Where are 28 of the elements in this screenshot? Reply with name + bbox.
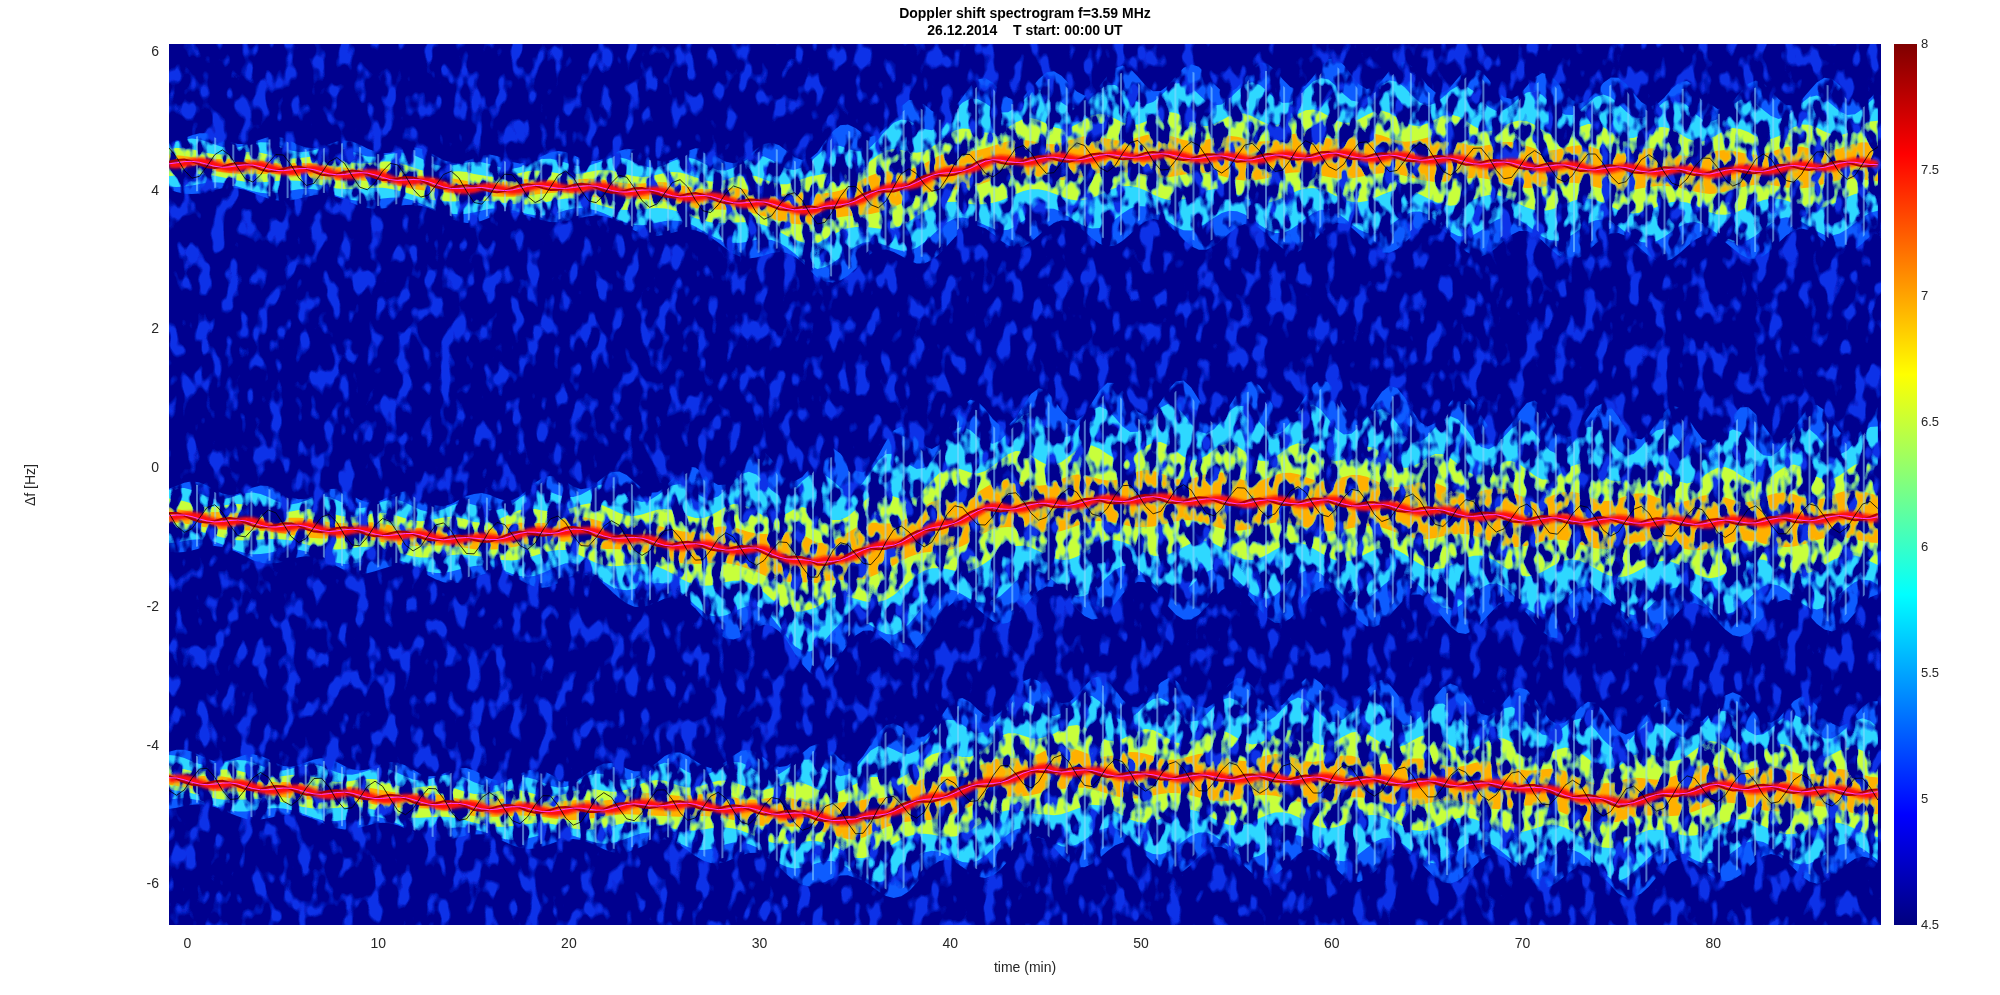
axis-title: time (min) [993,958,1057,977]
colorbar-tick-label: 6.5 [1921,412,1940,431]
chart-subtitle: 26.12.2014 T start: 00:00 UT [927,22,1123,39]
axis-tick-label: 10 [370,934,386,953]
axis-tick-label: -6 [146,873,159,893]
colorbar-tick-label: 5 [1921,790,1929,809]
axis-tick-label: 0 [183,934,192,953]
axis-title: Δf [Hz] [20,463,39,506]
colorbar-tick-label: 8 [1921,35,1929,54]
axis-tick-label: 4 [151,180,159,200]
colorbar-tick-label: 4.5 [1921,916,1940,935]
axis-tick-label: 80 [1705,934,1721,953]
colorbar-tick-label: 5.5 [1921,664,1940,683]
axis-tick-label: 0 [151,457,159,477]
colorbar-tick-label: 6 [1921,538,1929,557]
axis-tick-label: 20 [561,934,577,953]
axis-tick-label: 70 [1514,934,1531,953]
axis-tick-label: 2 [151,318,159,338]
axis-tick-label: 60 [1323,934,1340,953]
axis-tick-label: 6 [151,41,159,61]
chart-title: Doppler shift spectrogram f=3.59 MHz [899,5,1151,22]
axis-tick-label: 50 [1133,934,1149,953]
colorbar-tick-label: 7.5 [1921,161,1940,180]
axis-tick-label: -4 [146,735,159,755]
colorbar-tick-label: 7 [1921,286,1929,305]
axis-tick-label: 30 [751,934,768,953]
axis-tick-label: -2 [146,596,159,616]
axis-tick-label: 40 [942,934,959,953]
